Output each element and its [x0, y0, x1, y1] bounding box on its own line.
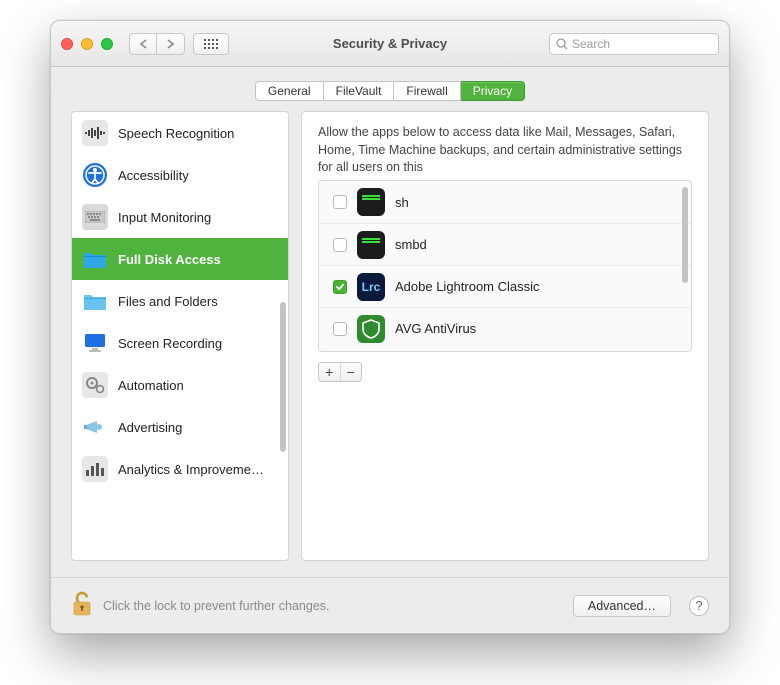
folder-icon	[82, 246, 108, 272]
remove-button[interactable]: −	[340, 363, 362, 381]
nav-buttons	[129, 33, 185, 55]
sidebar-scroll[interactable]: Speech Recognition Accessibility Input M…	[72, 112, 288, 560]
terminal-icon	[357, 231, 385, 259]
search-placeholder: Search	[572, 37, 610, 51]
checkbox[interactable]	[333, 195, 347, 209]
sidebar-item-screen-recording[interactable]: Screen Recording	[72, 322, 288, 364]
tab-general[interactable]: General	[255, 81, 324, 101]
footer: Click the lock to prevent further change…	[51, 577, 729, 633]
checkmark-icon	[335, 282, 345, 292]
body: Speech Recognition Accessibility Input M…	[51, 111, 729, 577]
preferences-window: Security & Privacy Search General FileVa…	[50, 20, 730, 634]
sidebar-item-label: Automation	[118, 378, 184, 393]
app-name: smbd	[395, 237, 427, 252]
folder-light-icon	[82, 288, 108, 314]
app-name: AVG AntiVirus	[395, 321, 476, 336]
checkbox[interactable]	[333, 280, 347, 294]
sidebar-item-speech-recognition[interactable]: Speech Recognition	[72, 112, 288, 154]
advanced-button[interactable]: Advanced…	[573, 595, 671, 617]
app-row-smbd[interactable]: smbd	[319, 223, 691, 265]
tab-row: General FileVault Firewall Privacy	[51, 67, 729, 111]
description-text: Allow the apps below to access data like…	[318, 124, 692, 174]
add-remove-row: + −	[318, 362, 692, 382]
zoom-button[interactable]	[101, 38, 113, 50]
search-icon	[556, 38, 568, 50]
help-button[interactable]: ?	[689, 596, 709, 616]
titlebar: Security & Privacy Search	[51, 21, 729, 67]
sidebar-item-files-and-folders[interactable]: Files and Folders	[72, 280, 288, 322]
tab-privacy[interactable]: Privacy	[461, 81, 525, 101]
chevron-right-icon	[167, 39, 174, 49]
lightroom-icon: Lrc	[357, 273, 385, 301]
minimize-button[interactable]	[81, 38, 93, 50]
app-name: Adobe Lightroom Classic	[395, 279, 540, 294]
lock-text: Click the lock to prevent further change…	[103, 599, 330, 613]
window-controls	[61, 38, 113, 50]
megaphone-icon	[82, 414, 108, 440]
terminal-icon	[357, 188, 385, 216]
monitor-icon	[82, 330, 108, 356]
sidebar-item-label: Input Monitoring	[118, 210, 211, 225]
accessibility-icon	[82, 162, 108, 188]
sidebar-item-label: Speech Recognition	[118, 126, 234, 141]
app-list[interactable]: sh smbd Lrc Adobe Lightroom Classic	[318, 180, 692, 352]
add-remove-buttons: + −	[318, 362, 362, 382]
sidebar-item-automation[interactable]: Automation	[72, 364, 288, 406]
tab-firewall[interactable]: Firewall	[394, 81, 460, 101]
show-all-button[interactable]	[193, 33, 229, 55]
forward-button[interactable]	[157, 33, 185, 55]
sidebar-item-label: Advertising	[118, 420, 182, 435]
back-button[interactable]	[129, 33, 157, 55]
avg-icon	[357, 315, 385, 343]
tab-filevault[interactable]: FileVault	[324, 81, 395, 101]
grid-icon	[204, 39, 218, 49]
speech-icon	[82, 120, 108, 146]
keyboard-icon	[82, 204, 108, 230]
chevron-left-icon	[140, 39, 147, 49]
close-button[interactable]	[61, 38, 73, 50]
app-row-sh[interactable]: sh	[319, 181, 691, 223]
sidebar-item-label: Files and Folders	[118, 294, 218, 309]
sidebar: Speech Recognition Accessibility Input M…	[71, 111, 289, 561]
sidebar-item-label: Full Disk Access	[118, 252, 221, 267]
checkbox[interactable]	[333, 238, 347, 252]
tabs: General FileVault Firewall Privacy	[255, 81, 525, 101]
gears-icon	[82, 372, 108, 398]
sidebar-item-full-disk-access[interactable]: Full Disk Access	[72, 238, 288, 280]
barchart-icon	[82, 456, 108, 482]
app-name: sh	[395, 195, 409, 210]
sidebar-item-advertising[interactable]: Advertising	[72, 406, 288, 448]
sidebar-item-accessibility[interactable]: Accessibility	[72, 154, 288, 196]
sidebar-item-label: Analytics & Improveme…	[118, 462, 264, 477]
app-row-lightroom[interactable]: Lrc Adobe Lightroom Classic	[319, 265, 691, 307]
search-field[interactable]: Search	[549, 33, 719, 55]
sidebar-item-label: Screen Recording	[118, 336, 222, 351]
sidebar-item-input-monitoring[interactable]: Input Monitoring	[72, 196, 288, 238]
checkbox[interactable]	[333, 322, 347, 336]
add-button[interactable]: +	[319, 363, 340, 381]
app-row-avg[interactable]: AVG AntiVirus	[319, 307, 691, 349]
main-panel: Allow the apps below to access data like…	[301, 111, 709, 561]
sidebar-item-analytics[interactable]: Analytics & Improveme…	[72, 448, 288, 490]
sidebar-item-label: Accessibility	[118, 168, 189, 183]
lock-icon[interactable]	[71, 591, 93, 620]
